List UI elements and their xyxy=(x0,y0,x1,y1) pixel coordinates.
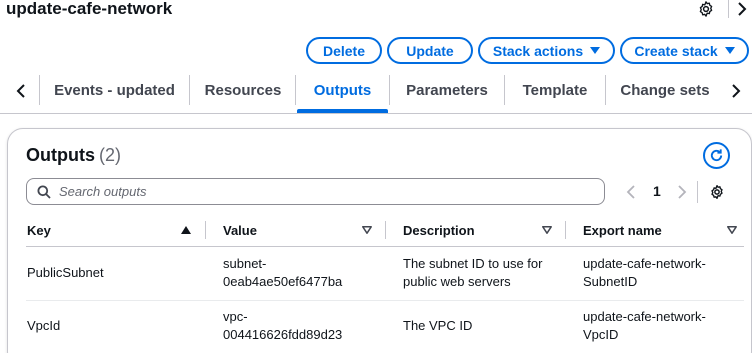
tab-parameters[interactable]: Parameters xyxy=(390,67,504,113)
caret-down-icon[interactable] xyxy=(542,226,552,234)
search-icon xyxy=(37,185,51,199)
refresh-icon xyxy=(710,149,723,162)
column-header-export-name[interactable]: Export name xyxy=(583,215,662,245)
tab-scroll-right-button[interactable] xyxy=(725,81,747,101)
active-tab-indicator xyxy=(297,109,388,113)
column-header-key[interactable]: Key xyxy=(27,215,51,245)
chevron-left-icon xyxy=(16,84,25,98)
column-divider xyxy=(385,221,386,239)
stack-actions-dropdown[interactable]: Stack actions xyxy=(478,37,615,64)
header-divider xyxy=(728,0,729,18)
caret-down-icon[interactable] xyxy=(727,226,737,234)
page-number[interactable]: 1 xyxy=(653,183,661,199)
tab-events[interactable]: Events - updated xyxy=(40,67,189,113)
caret-down-icon xyxy=(590,47,601,54)
delete-button-label: Delete xyxy=(322,42,366,59)
chevron-left-icon[interactable] xyxy=(626,184,636,200)
tab-template[interactable]: Template xyxy=(505,67,605,113)
outputs-heading: Outputs (2) xyxy=(26,145,121,166)
search-input[interactable] xyxy=(59,181,589,202)
caret-up-icon[interactable] xyxy=(181,226,191,234)
chevron-right-icon xyxy=(732,84,741,98)
table-header-border xyxy=(26,246,744,247)
output-key[interactable]: VpcId xyxy=(27,317,60,335)
gear-icon[interactable] xyxy=(709,184,725,200)
column-divider xyxy=(205,221,206,239)
update-button-label: Update xyxy=(406,42,454,59)
tab-template-label: Template xyxy=(522,81,588,99)
tab-change-sets-label: Change sets xyxy=(620,81,710,99)
output-value[interactable]: subnet- 0eab4ae50ef6477ba xyxy=(223,255,342,291)
caret-down-icon xyxy=(724,47,735,54)
tab-scroll-left-button[interactable] xyxy=(10,81,32,101)
column-header-description[interactable]: Description xyxy=(403,215,475,245)
stack-title: update-cafe-network xyxy=(6,0,173,18)
tab-events-label: Events - updated xyxy=(54,81,175,99)
tab-parameters-label: Parameters xyxy=(406,81,488,99)
caret-down-icon[interactable] xyxy=(362,226,372,234)
output-description: The subnet ID to use for public web serv… xyxy=(403,256,543,289)
column-divider xyxy=(565,221,566,239)
output-description: The VPC ID xyxy=(403,318,473,333)
tab-outputs[interactable]: Outputs xyxy=(296,67,389,113)
cloudformation-stack-page: update-cafe-network Delete Update Stack … xyxy=(0,0,752,353)
delete-button[interactable]: Delete xyxy=(306,37,382,64)
tab-bar-border xyxy=(0,113,752,114)
update-button[interactable]: Update xyxy=(387,37,473,64)
output-export-name[interactable]: update-cafe-network- VpcID xyxy=(583,308,706,344)
pagination-divider xyxy=(697,181,698,203)
row-divider xyxy=(26,300,744,301)
column-header-value-label: Value xyxy=(223,222,257,238)
tab-bar: Events - updated Resources Outputs Param… xyxy=(0,67,752,115)
tab-resources[interactable]: Resources xyxy=(190,67,296,113)
chevron-right-icon[interactable] xyxy=(677,184,687,200)
column-header-description-label: Description xyxy=(403,222,475,238)
gear-icon[interactable] xyxy=(697,0,715,18)
outputs-count: (2) xyxy=(99,145,121,165)
stack-actions-label: Stack actions xyxy=(492,42,584,59)
search-field[interactable] xyxy=(26,178,605,205)
column-header-export-name-label: Export name xyxy=(583,222,662,238)
column-header-value[interactable]: Value xyxy=(223,215,257,245)
output-value[interactable]: vpc- 004416626fdd89d23 xyxy=(223,308,342,344)
tab-outputs-label: Outputs xyxy=(313,81,372,99)
refresh-button[interactable] xyxy=(703,142,730,169)
create-stack-dropdown[interactable]: Create stack xyxy=(620,37,749,64)
column-header-key-label: Key xyxy=(27,222,51,238)
chevron-right-icon[interactable] xyxy=(736,1,748,17)
outputs-title: Outputs xyxy=(26,145,95,165)
tab-change-sets[interactable]: Change sets xyxy=(606,67,724,113)
output-key[interactable]: PublicSubnet xyxy=(27,264,104,282)
output-export-name[interactable]: update-cafe-network- SubnetID xyxy=(583,255,706,291)
create-stack-label: Create stack xyxy=(634,42,718,59)
tab-resources-label: Resources xyxy=(204,81,282,99)
